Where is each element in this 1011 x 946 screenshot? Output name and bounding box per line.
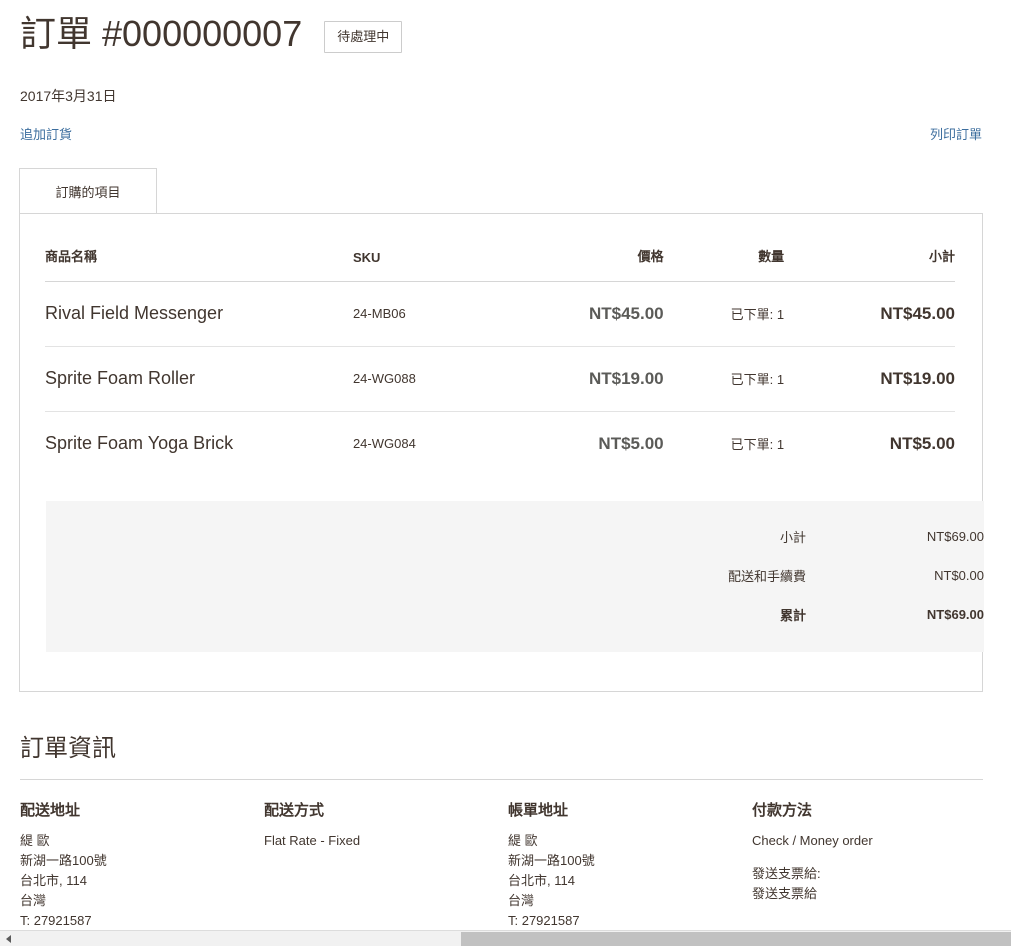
shipping-address-line: 台北市, 114 <box>20 873 87 888</box>
billing-address-phone: T: 27921587 <box>508 913 580 928</box>
shipping-method-value: Flat Rate - Fixed <box>264 833 361 848</box>
item-price: NT$5.00 <box>598 433 664 453</box>
action-links: 追加訂貨 列印訂單 <box>0 126 1011 146</box>
shipping-address-phone: T: 27921587 <box>20 913 92 928</box>
item-qty: 已下單: 1 <box>663 346 840 412</box>
table-header-row: 商品名稱 SKU 價格 數量 小計 <box>45 246 955 282</box>
table-row: Sprite Foam Roller 24-WG088 NT$19.00 已下單… <box>45 346 955 412</box>
payment-method-block: 付款方法 Check / Money order 發送支票給: 發送支票給 <box>752 800 996 930</box>
totals-value-shipping: NT$0.00 <box>934 568 984 583</box>
payment-method-heading: 付款方法 <box>752 802 813 819</box>
column-header-subtotal: 小計 <box>839 246 955 282</box>
item-price: NT$45.00 <box>538 281 664 347</box>
print-order-link[interactable]: 列印訂單 <box>930 126 982 144</box>
item-sku: 24-WG084 <box>352 436 416 451</box>
column-header-name: 商品名稱 <box>45 246 353 282</box>
shipping-address-line: 緹 歐 <box>20 833 50 848</box>
item-name: Sprite Foam Yoga Brick <box>45 433 234 453</box>
item-qty: 已下單: 1 <box>663 281 840 347</box>
column-header-sku: SKU <box>352 246 539 282</box>
payment-send-check-label: 發送支票給: <box>752 866 821 881</box>
status-badge: 待處理中 <box>324 21 403 53</box>
item-subtotal: NT$5.00 <box>889 433 955 453</box>
column-header-qty: 數量 <box>663 246 840 282</box>
table-row: Rival Field Messenger 24-MB06 NT$45.00 已… <box>45 281 955 347</box>
order-totals: 小計 NT$69.00 配送和手續費 NT$0.00 累計 NT$69.00 <box>46 501 984 652</box>
order-date: 2017年3月31日 <box>20 88 117 104</box>
payment-method-value: Check / Money order <box>752 833 873 848</box>
billing-address-line: 台北市, 114 <box>508 873 575 888</box>
order-information-title: 訂單資訊 <box>20 735 116 762</box>
column-header-price: 價格 <box>538 246 664 282</box>
shipping-address-heading: 配送地址 <box>20 802 81 819</box>
order-view-page: 訂單 #000000007 待處理中 2017年3月31日 追加訂貨 列印訂單 … <box>0 0 1011 930</box>
totals-row-grand: 累計 NT$69.00 <box>46 595 984 634</box>
item-subtotal: NT$45.00 <box>839 281 955 347</box>
items-table: 商品名稱 SKU 價格 數量 小計 Rival Field Messenger … <box>45 246 955 476</box>
item-sku: 24-MB06 <box>352 281 539 347</box>
table-row: Sprite Foam Yoga Brick 24-WG084 NT$5.00 … <box>45 412 955 477</box>
item-subtotal: NT$19.00 <box>839 346 955 412</box>
order-information-columns: 配送地址 緹 歐 新湖一路100號 台北市, 114 台灣 T: 2792158… <box>20 800 1000 930</box>
shipping-address-line: 台灣 <box>20 893 47 908</box>
totals-label-shipping: 配送和手續費 <box>727 569 806 584</box>
item-qty: 已下單: 1 <box>730 437 785 452</box>
item-name: Rival Field Messenger <box>45 281 353 347</box>
shipping-address-block: 配送地址 緹 歐 新湖一路100號 台北市, 114 台灣 T: 2792158… <box>20 800 264 930</box>
billing-address-heading: 帳單地址 <box>508 802 569 819</box>
billing-address-line: 緹 歐 <box>508 833 538 848</box>
totals-label-subtotal: 小計 <box>779 530 806 545</box>
payment-send-check-value: 發送支票給 <box>752 886 818 901</box>
order-information-divider <box>20 779 983 780</box>
scroll-left-arrow-icon[interactable] <box>0 931 16 946</box>
page-header: 訂單 #000000007 待處理中 <box>20 12 403 56</box>
tab-items-ordered[interactable]: 訂購的項目 <box>19 168 157 214</box>
page-title: 訂單 #000000007 <box>20 13 303 54</box>
item-price: NT$19.00 <box>538 346 664 412</box>
shipping-method-heading: 配送方式 <box>264 802 325 819</box>
billing-address-block: 帳單地址 緹 歐 新湖一路100號 台北市, 114 台灣 T: 2792158… <box>508 800 752 930</box>
scrollbar-thumb[interactable] <box>461 932 1011 946</box>
shipping-method-block: 配送方式 Flat Rate - Fixed <box>264 800 508 930</box>
reorder-link[interactable]: 追加訂貨 <box>20 126 72 144</box>
shipping-address-line: 新湖一路100號 <box>20 853 107 868</box>
totals-row-shipping: 配送和手續費 NT$0.00 <box>46 556 984 595</box>
totals-row-subtotal: 小計 NT$69.00 <box>46 517 984 556</box>
billing-address-line: 新湖一路100號 <box>508 853 595 868</box>
items-panel: 商品名稱 SKU 價格 數量 小計 Rival Field Messenger … <box>19 213 984 692</box>
item-sku: 24-WG088 <box>352 346 539 412</box>
totals-value-subtotal: NT$69.00 <box>926 529 984 544</box>
horizontal-scrollbar[interactable] <box>0 930 1011 946</box>
totals-label-grand: 累計 <box>779 608 806 623</box>
totals-value-grand: NT$69.00 <box>926 607 984 622</box>
billing-address-line: 台灣 <box>508 893 535 908</box>
tab-strip: 訂購的項目 <box>19 168 983 214</box>
item-name: Sprite Foam Roller <box>45 346 353 412</box>
